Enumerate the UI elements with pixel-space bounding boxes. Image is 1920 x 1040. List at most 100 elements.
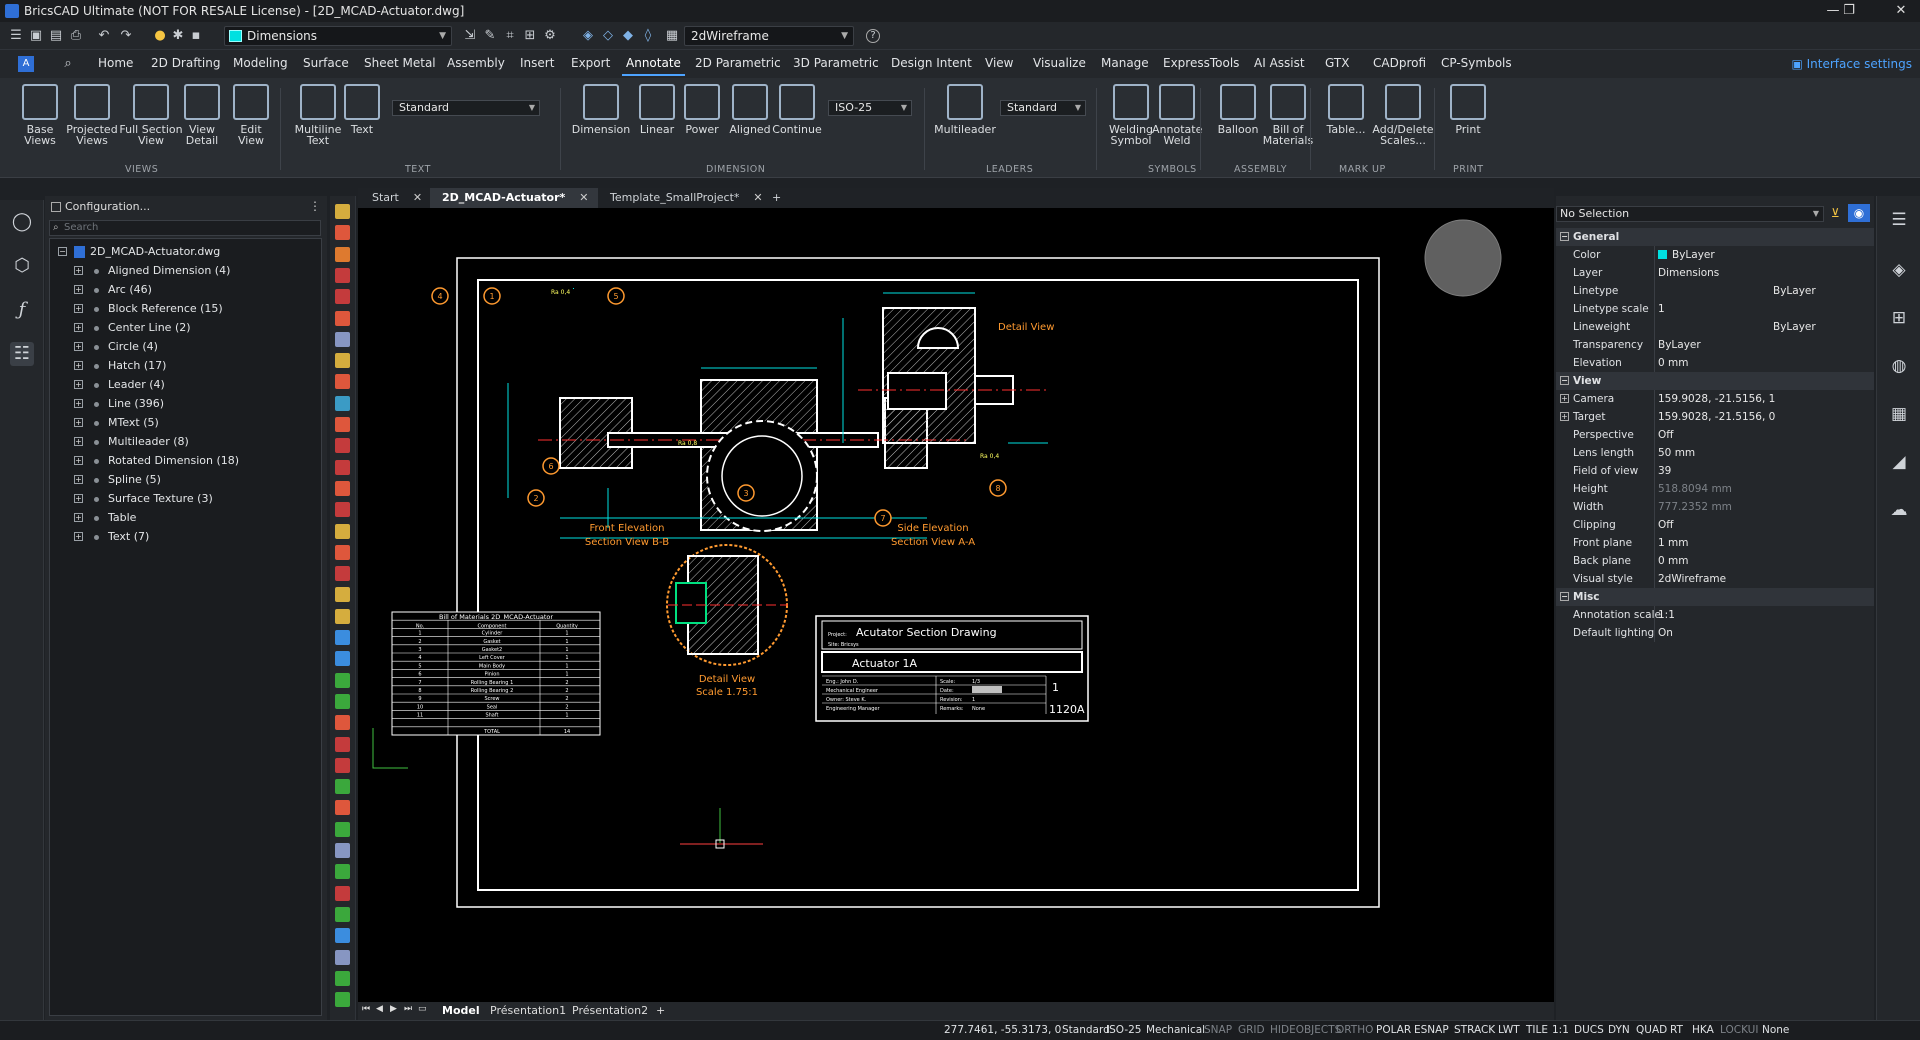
layout-nav-icon[interactable]: ▭ [418,1004,427,1014]
ribbon-view-detail-button[interactable]: View Detail [176,84,228,146]
tree-item[interactable]: + Arc (46) [74,281,314,299]
ribbon-projected-views-button[interactable]: Projected Views [66,84,118,146]
expand-icon[interactable]: + [74,399,83,408]
group-label-symbols[interactable]: SYMBOLS [1148,164,1197,175]
properties-sliders-icon[interactable]: ☰ [1887,208,1911,232]
tool-palette-icon[interactable] [335,779,350,795]
ribbon-continue-button[interactable]: Continue [772,84,822,135]
status-hideobjects[interactable]: HIDEOBJECTS [1270,1024,1341,1036]
props-row[interactable]: Lens length 50 mm [1556,444,1874,462]
tab-home[interactable]: Home [98,56,133,70]
tree-item[interactable]: + Hatch (17) [74,357,314,375]
interface-settings-link[interactable]: ▣ Interface settings [1791,57,1912,71]
layout-tab[interactable]: Présentation1 [490,1004,566,1017]
ribbon-base-views-button[interactable]: Base Views [14,84,66,146]
ribbon-welding-symbol-button[interactable]: Welding Symbol [1106,84,1156,146]
tool-palette-icon[interactable] [335,395,350,411]
visual-style-icon[interactable]: ▦ [664,28,680,44]
expand-icon[interactable]: + [74,304,83,313]
collapse-icon[interactable]: − [58,247,67,256]
close-button[interactable]: ✕ [1886,2,1916,20]
ribbon-power-button[interactable]: Power [677,84,727,135]
tree-item[interactable]: + Block Reference (15) [74,300,314,318]
layout-tab[interactable]: + [656,1004,665,1017]
tree-item[interactable]: + Center Line (2) [74,319,314,337]
close-icon[interactable]: ✕ [753,191,762,204]
tool-palette-icon[interactable] [335,928,350,944]
structure-config-label[interactable]: Configuration... [65,200,150,213]
tool-palette-icon[interactable] [335,566,350,582]
tool-palette-icon[interactable] [335,246,350,262]
collapse-icon[interactable]: − [1560,376,1569,385]
props-row[interactable]: Clipping Off [1556,516,1874,534]
tool-palette-icon[interactable] [335,608,350,624]
tool-palette-icon[interactable] [335,353,350,369]
dim-style-combo[interactable]: ISO-25 ▼ [828,100,912,116]
tool-palette-icon[interactable] [335,225,350,241]
tab-design-intent[interactable]: Design Intent [891,56,972,70]
tree-item[interactable]: + Leader (4) [74,376,314,394]
tab-expresstools[interactable]: ExpressTools [1163,56,1239,70]
group-label-assembly[interactable]: ASSEMBLY [1234,164,1287,175]
tab-assembly[interactable]: Assembly [447,56,505,70]
expand-icon[interactable]: + [1560,412,1569,421]
expand-icon[interactable]: + [74,266,83,275]
selection-combo[interactable]: No Selection ▼ [1556,206,1824,222]
layers-icon[interactable]: ◈ [1887,258,1911,282]
tab-view[interactable]: View [985,56,1013,70]
expand-icon[interactable]: + [74,418,83,427]
ribbon-full-section-view-button[interactable]: Full Section View [117,84,185,146]
tool-palette-icon[interactable] [335,289,350,305]
select-similar-icon[interactable]: ⇲ [462,28,478,44]
formula-icon[interactable]: ƒ [10,298,34,322]
ribbon-table--button[interactable]: Table... [1322,84,1370,135]
more-icon[interactable]: ⋮ [309,199,321,213]
status-dyn[interactable]: DYN [1608,1024,1630,1036]
search-icon[interactable]: ⌕ [60,56,76,72]
redo-icon[interactable]: ↷ [118,28,134,44]
status-lockui[interactable]: LOCKUI [1720,1024,1758,1036]
props-row[interactable]: Elevation 0 mm [1556,354,1874,372]
tool-palette-icon[interactable] [335,992,350,1008]
group-label-mark-up[interactable]: MARK UP [1339,164,1386,175]
status-hka[interactable]: HKA [1692,1024,1714,1036]
tool-palette-icon[interactable] [335,502,350,518]
tab-gtx[interactable]: GTX [1325,56,1349,70]
new-tab-icon[interactable]: + [772,188,781,208]
status-snap[interactable]: SNAP [1204,1024,1232,1036]
props-row[interactable]: Lineweight ByLayer [1556,318,1874,336]
props-section[interactable]: − Misc [1556,588,1874,606]
layout-nav-icon[interactable]: ◀ [376,1004,383,1014]
tool-palette-icon[interactable] [335,693,350,709]
tab-insert[interactable]: Insert [520,56,554,70]
tool-palette-icon[interactable] [335,864,350,880]
tool-palette-icon[interactable] [335,885,350,901]
ribbon-aligned-button[interactable]: Aligned [725,84,775,135]
ribbon-dimension-button[interactable]: Dimension [570,84,632,135]
tool-palette-icon[interactable] [335,480,350,496]
tree-item[interactable]: + Spline (5) [74,471,314,489]
props-row[interactable]: Height 518.8094 mm [1556,480,1874,498]
ribbon-multileader-button[interactable]: Multileader [934,84,996,135]
expand-icon[interactable]: + [74,361,83,370]
tool-palette-icon[interactable] [335,417,350,432]
doc-tab[interactable]: Template_SmallProject* ✕ [598,188,768,208]
layout-nav-icon[interactable]: ▶ [390,1004,397,1014]
menu-icon[interactable]: ☰ [8,28,24,44]
tab-annotate[interactable]: Annotate [622,56,685,76]
status-ducs[interactable]: DUCS [1574,1024,1604,1036]
tree-item[interactable]: + Table [74,509,314,527]
tool-palette-icon[interactable] [335,544,350,560]
snap-toggle-icon[interactable]: ⊞ [522,28,538,44]
props-row[interactable]: Field of view 39 [1556,462,1874,480]
coordinate-readout[interactable]: 277.7461, -55.3173, 0 [944,1024,1061,1036]
tool-palette-icon[interactable] [335,438,350,454]
eye-icon[interactable]: ◉ [1848,204,1870,222]
match-props-icon[interactable]: ✎ [482,28,498,44]
layout-tab[interactable]: Présentation2 [572,1004,648,1017]
tree-item[interactable]: + Text (7) [74,528,314,546]
tree-item[interactable]: + Surface Texture (3) [74,490,314,508]
close-icon[interactable]: ✕ [579,191,588,204]
tool-palette-icon[interactable] [335,651,350,667]
layout-nav-icon[interactable]: ⏮ [362,1004,370,1014]
